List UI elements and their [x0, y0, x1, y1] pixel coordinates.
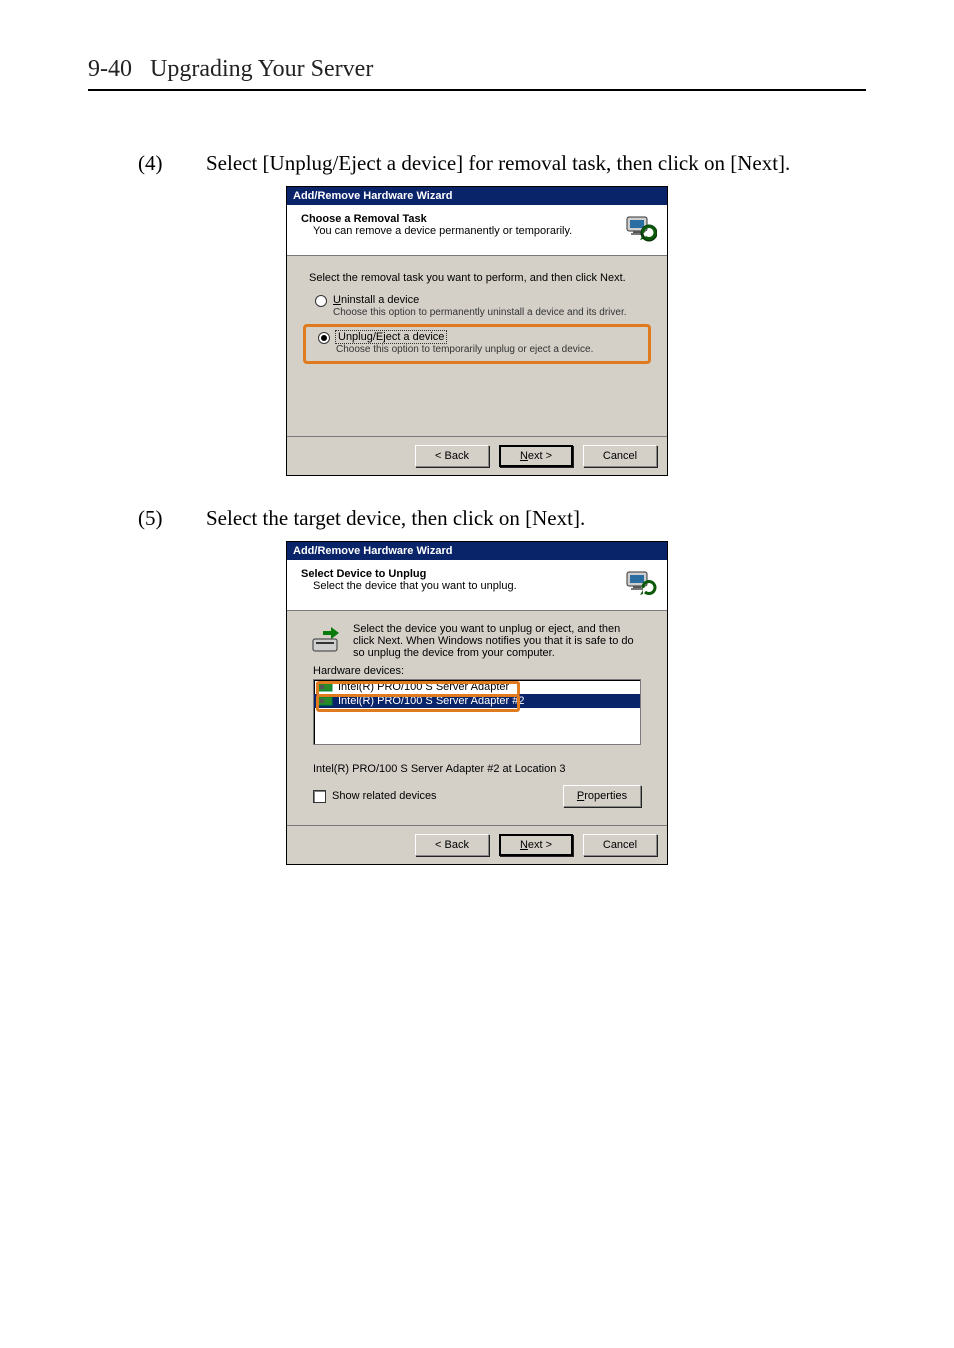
dialog-select-device: Add/Remove Hardware Wizard Select Device… [286, 541, 668, 865]
header-rule [88, 89, 866, 91]
next-button[interactable]: Next > [499, 445, 573, 467]
step-number: (4) [138, 151, 178, 176]
option-unplug[interactable]: Unplug/Eject a device [318, 331, 642, 344]
dialog-header: Choose a Removal Task You can remove a d… [287, 205, 667, 256]
dialog-subheading: Select the device that you want to unplu… [313, 580, 517, 592]
step-number: (5) [138, 506, 178, 531]
list-item-label: Intel(R) PRO/100 S Server Adapter #2 [338, 695, 524, 707]
network-card-icon [318, 695, 334, 707]
option-unplug-highlight: Unplug/Eject a device Choose this option… [303, 324, 651, 364]
radio-uninstall-desc: Choose this option to permanently uninst… [333, 307, 645, 318]
dialog-heading: Choose a Removal Task [301, 213, 572, 225]
radio-uninstall-label: Uninstall a device [333, 294, 419, 306]
device-location-text: Intel(R) PRO/100 S Server Adapter #2 at … [313, 763, 641, 775]
hardware-wizard-icon [625, 568, 657, 600]
radio-unplug-label: Unplug/Eject a device [336, 331, 446, 343]
network-card-icon [318, 681, 334, 693]
checkbox-icon[interactable] [313, 790, 326, 803]
page-section: Upgrading Your Server [150, 56, 373, 83]
radio-unplug[interactable] [318, 332, 330, 344]
hardware-wizard-icon [625, 213, 657, 245]
back-button[interactable]: < Back [415, 445, 489, 467]
hardware-list[interactable]: Intel(R) PRO/100 S Server Adapter Intel(… [313, 679, 641, 745]
step-text: Select [Unplug/Eject a device] for remov… [206, 151, 790, 176]
eject-icon [311, 623, 343, 659]
checkbox-label: Show related devices [332, 790, 437, 802]
list-item-label: Intel(R) PRO/100 S Server Adapter [338, 681, 509, 693]
dialog-header: Select Device to Unplug Select the devic… [287, 560, 667, 611]
radio-unplug-desc: Choose this option to temporarily unplug… [336, 344, 642, 355]
dialog-heading: Select Device to Unplug [301, 568, 517, 580]
properties-button[interactable]: Properties [563, 785, 641, 807]
dialog-choose-removal-task: Add/Remove Hardware Wizard Choose a Remo… [286, 186, 668, 476]
dialog-titlebar: Add/Remove Hardware Wizard [287, 187, 667, 205]
show-related-checkbox[interactable]: Show related devices [313, 790, 437, 803]
dialog-titlebar: Add/Remove Hardware Wizard [287, 542, 667, 560]
step-text: Select the target device, then click on … [206, 506, 585, 531]
next-button[interactable]: Next > [499, 834, 573, 856]
list-item[interactable]: Intel(R) PRO/100 S Server Adapter #2 [314, 694, 640, 708]
instruction-4: (4) Select [Unplug/Eject a device] for r… [138, 151, 866, 176]
cancel-button[interactable]: Cancel [583, 834, 657, 856]
instruction-5: (5) Select the target device, then click… [138, 506, 866, 531]
cancel-button[interactable]: Cancel [583, 445, 657, 467]
radio-uninstall[interactable] [315, 295, 327, 307]
list-label: Hardware devices: [313, 665, 641, 677]
dialog-info-text: Select the device you want to unplug or … [353, 623, 643, 659]
dialog-prompt: Select the removal task you want to perf… [309, 272, 645, 284]
dialog-subheading: You can remove a device permanently or t… [313, 225, 572, 237]
dialog-buttons: < Back Next > Cancel [287, 825, 667, 864]
list-item[interactable]: Intel(R) PRO/100 S Server Adapter [314, 680, 640, 694]
back-button[interactable]: < Back [415, 834, 489, 856]
option-uninstall[interactable]: Uninstall a device Choose this option to… [309, 294, 645, 318]
page-number: 9-40 [88, 56, 132, 83]
dialog-buttons: < Back Next > Cancel [287, 436, 667, 475]
